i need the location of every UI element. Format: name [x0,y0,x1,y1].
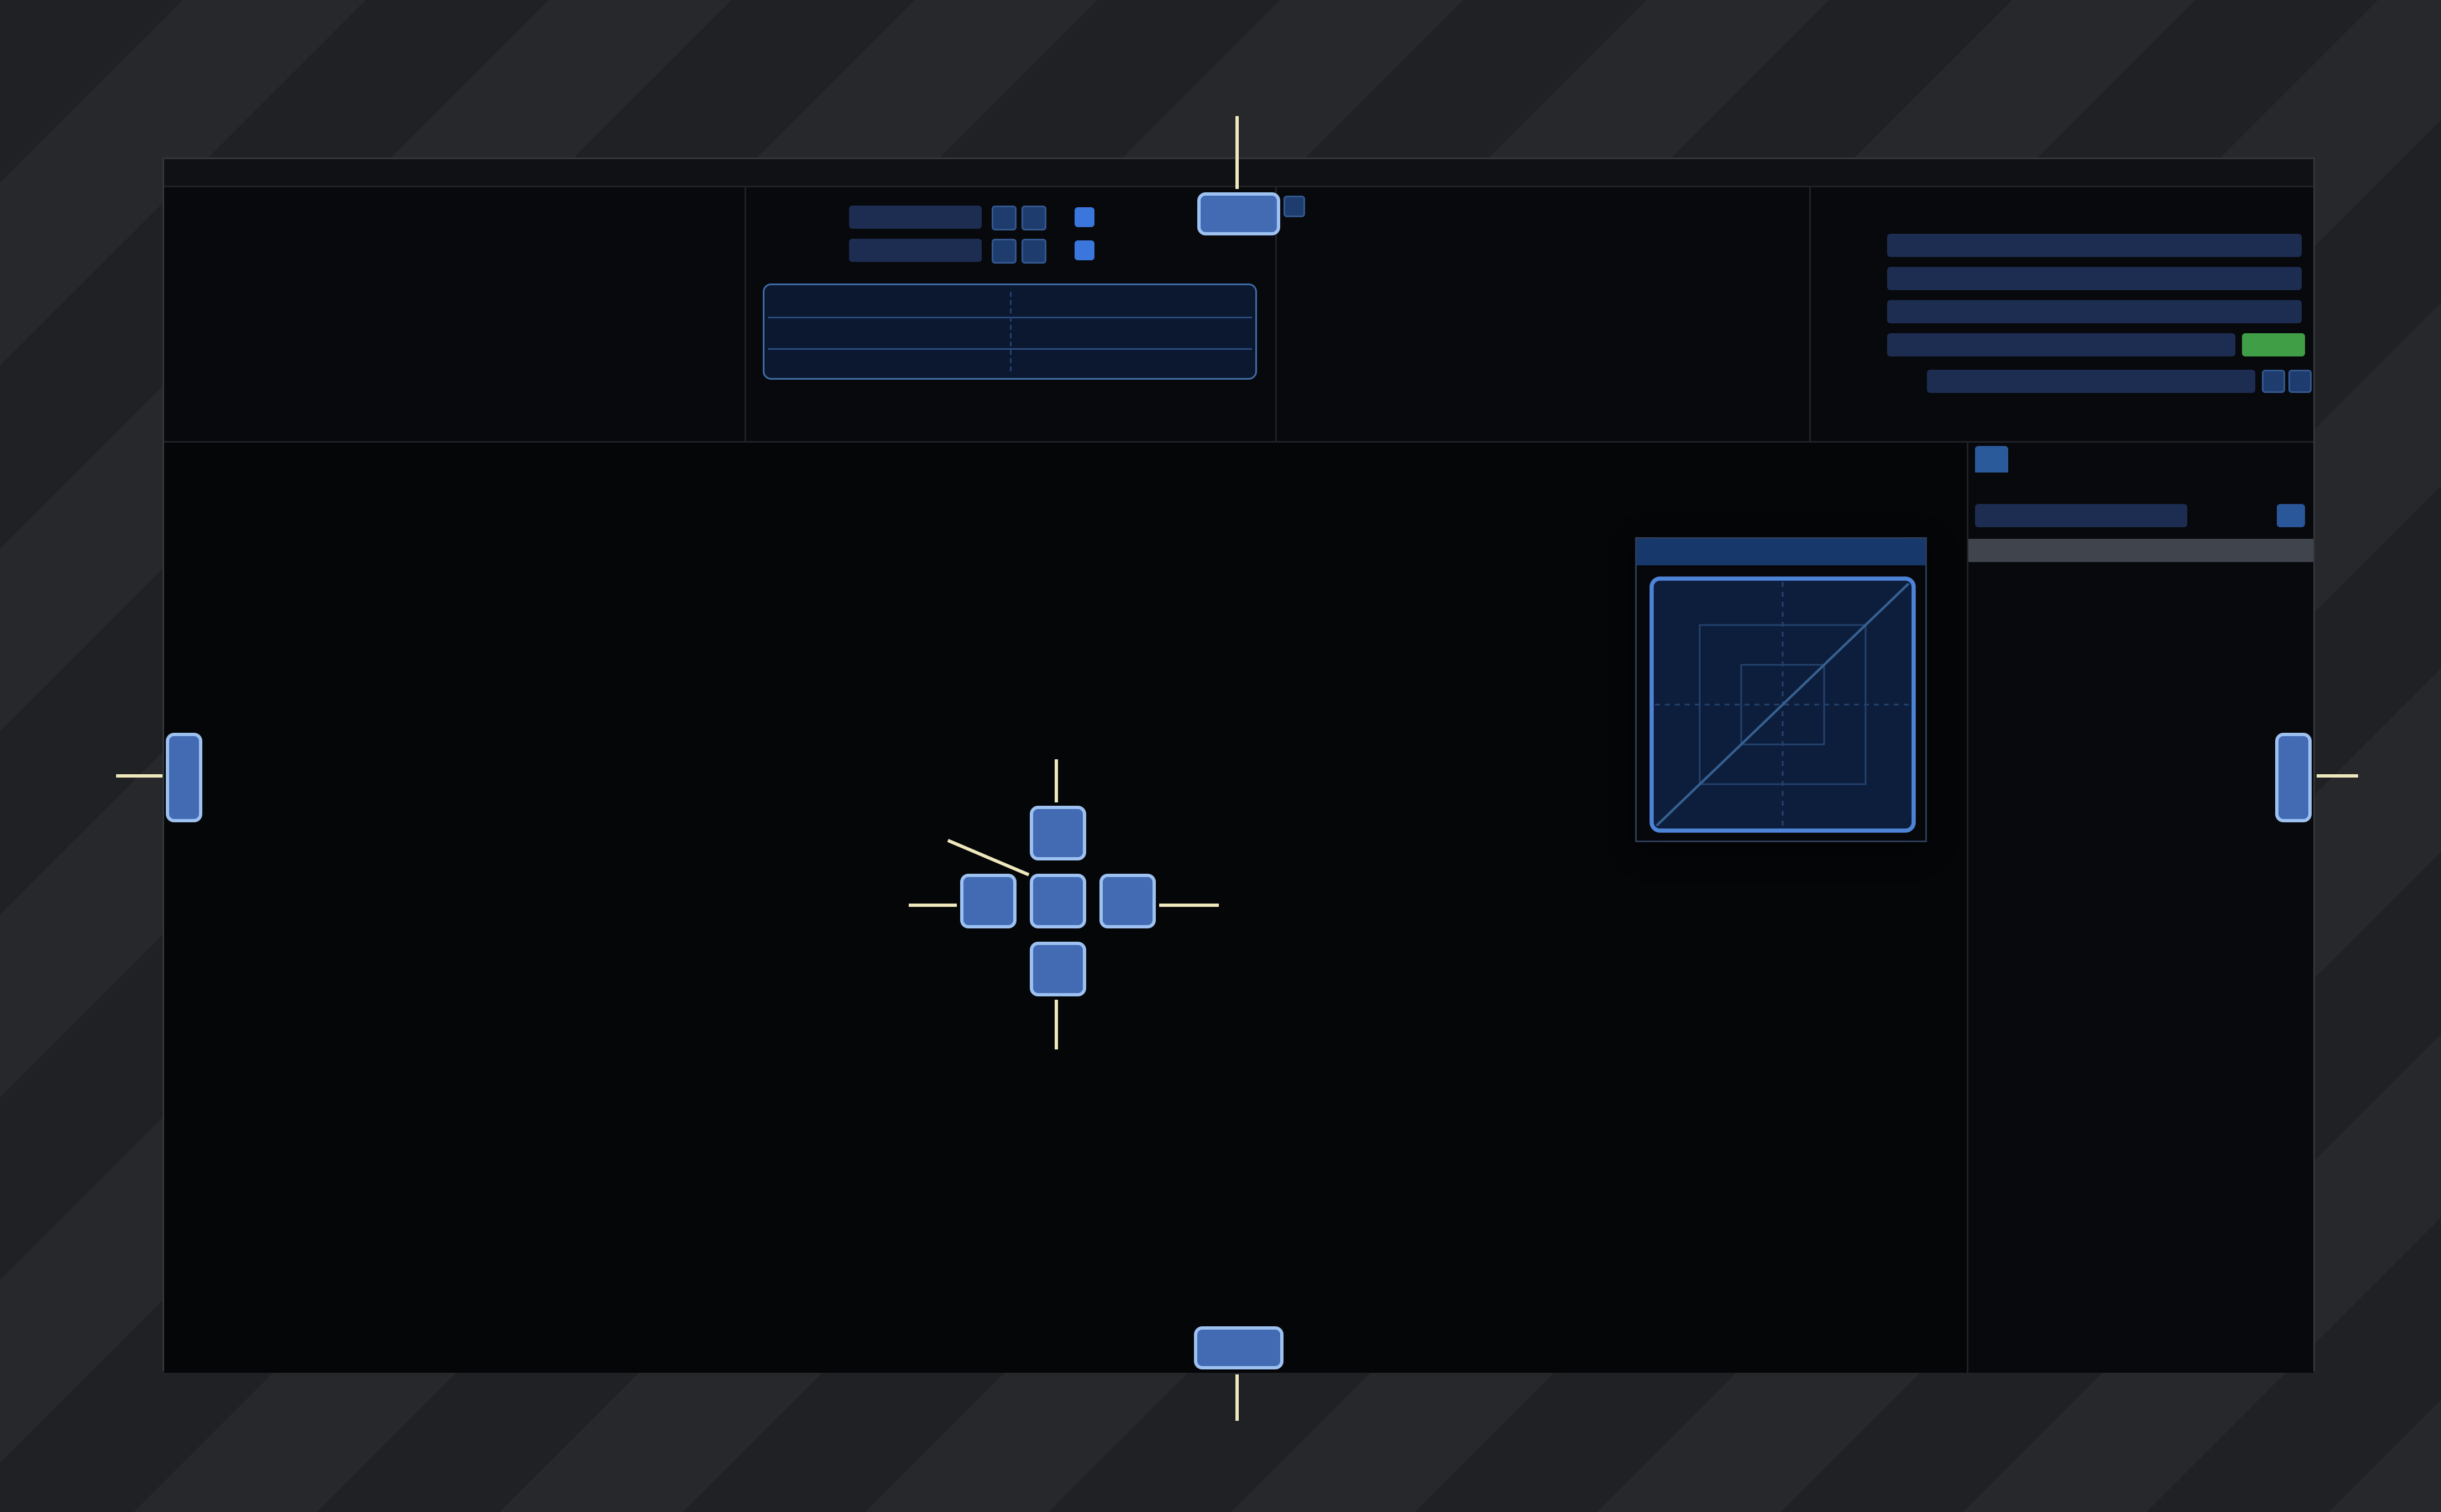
step-decrease-button[interactable] [992,239,1017,264]
effect-list-panel [1967,441,2313,1373]
effect-list-menu-button[interactable] [2277,504,2305,527]
system-select[interactable] [1887,333,2235,356]
effect-search-input[interactable] [1975,504,2187,527]
split-target-right[interactable] [1099,874,1156,928]
step-increase-button[interactable] [1022,239,1046,264]
desktop-background [0,0,2441,1512]
split-target-left[interactable] [960,874,1017,928]
follow-orders-checkbox[interactable] [1075,207,1094,227]
annotation-line [116,774,163,778]
dock-target-right[interactable] [2275,733,2312,822]
split-target-bottom[interactable] [1030,942,1086,996]
pattern-corner-expand[interactable] [164,446,209,473]
tab-list-dropdown-icon[interactable] [1284,196,1305,217]
oscilloscope-xy-window[interactable] [1635,537,1927,842]
octave-input[interactable] [849,206,982,229]
author-field[interactable] [1887,267,2302,290]
step-input[interactable] [849,239,982,262]
octave-increase-button[interactable] [1022,206,1046,230]
annotation-line [1055,759,1058,802]
annotation-line [1159,904,1219,907]
oscilloscope-title-bar[interactable] [1637,539,1925,565]
tracker-window [163,158,2315,1374]
orders-panel [164,187,745,441]
album-field[interactable] [1887,300,2302,323]
tab-effect-list[interactable] [1975,446,2008,473]
annotation-line [2317,774,2358,778]
annotation-line [1055,1000,1058,1049]
instruments-panel [1275,187,1809,441]
effect-list-tab-bar [1975,446,2008,473]
play-controls-panel [745,187,1275,441]
song-info-panel [1809,187,2313,441]
tuning-increase-button[interactable] [2288,370,2312,393]
auto-system-button[interactable] [2242,333,2305,356]
effect-table-header [1968,539,2313,562]
split-target-top[interactable] [1030,806,1086,860]
follow-pattern-checkbox[interactable] [1075,240,1094,260]
menu-bar [164,159,2313,187]
dock-target-top[interactable] [1197,192,1280,235]
pattern-header [164,446,209,473]
name-field[interactable] [1887,234,2302,257]
effect-table-rows [1968,565,2313,1373]
tuning-field[interactable] [1927,370,2255,393]
scope-center-line [1010,292,1012,371]
pattern-rows [164,897,1312,1374]
oscilloscope-preview [763,284,1257,380]
annotation-line [1235,1374,1239,1421]
dock-target-left[interactable] [166,733,202,822]
annotation-line [1235,116,1239,189]
dock-target-bottom[interactable] [1194,1326,1284,1369]
make-tab-target[interactable] [1030,874,1086,928]
annotation-line [909,904,957,907]
tuning-decrease-button[interactable] [2262,370,2285,393]
oscilloscope-display [1648,575,1917,841]
octave-decrease-button[interactable] [992,206,1017,230]
